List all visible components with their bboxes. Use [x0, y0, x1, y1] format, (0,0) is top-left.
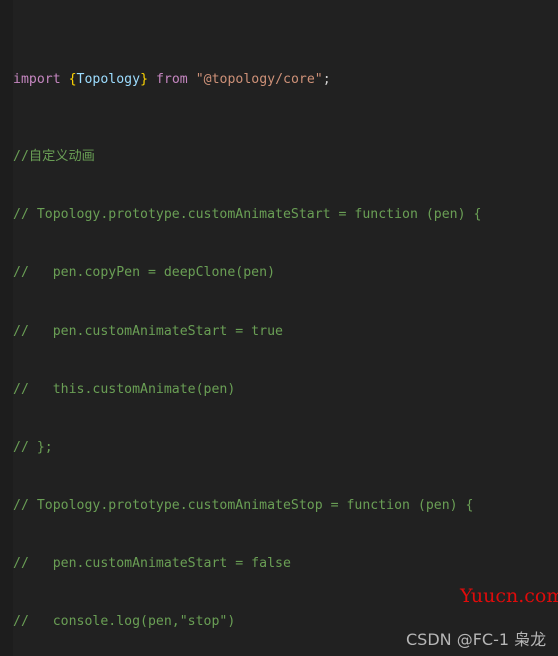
brace-open: { [68, 72, 77, 88]
code-line-comment: // pen.customAnimateStart = false [13, 555, 291, 571]
code-line-comment: // pen.customAnimateStart = true [13, 323, 283, 339]
keyword-from: from [155, 72, 188, 88]
author-watermark: CSDN @FC-1 枭龙 [406, 630, 547, 649]
code-line-comment: // pen.copyPen = deepClone(pen) [13, 265, 276, 281]
code-content[interactable]: import {Topology} from "@topology/core";… [13, 12, 558, 656]
code-editor-viewport: import {Topology} from "@topology/core";… [0, 0, 558, 656]
module-path-string: "@topology/core" [195, 72, 323, 88]
site-watermark: Yuucn.com [460, 585, 558, 607]
code-line-comment: // this.customAnimate(pen) [13, 381, 236, 397]
code-line-comment: //自定义动画 [13, 149, 95, 165]
imported-identifier: Topology [76, 72, 141, 88]
code-line-comment: // }; [13, 439, 53, 455]
editor-gutter [0, 0, 13, 656]
code-line-import: import {Topology} from "@topology/core"; [13, 70, 558, 89]
brace-close: } [140, 72, 149, 88]
semicolon: ; [322, 72, 331, 88]
code-line-comment: // Topology.prototype.customAnimateStart… [13, 207, 482, 223]
code-line-comment: // Topology.prototype.customAnimateStop … [13, 497, 474, 513]
keyword-import: import [13, 72, 61, 88]
